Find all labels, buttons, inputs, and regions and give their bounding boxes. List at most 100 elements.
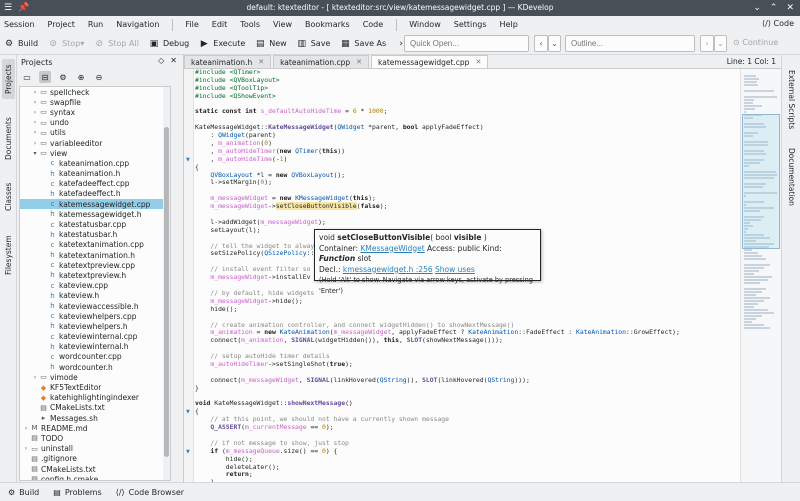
nav-forward-button[interactable]: › <box>700 35 714 52</box>
execute-button[interactable]: ▶ Execute <box>199 39 245 49</box>
save-as-button[interactable]: ▦ Save As <box>340 39 386 49</box>
expanded-arrow-icon[interactable]: ▾ <box>31 150 39 157</box>
tab-kateanimation-cpp[interactable]: kateanimation.cpp ✕ <box>273 55 370 68</box>
fold-marker-icon[interactable]: ▼ <box>186 157 190 163</box>
menu-session[interactable]: Session <box>4 20 35 29</box>
tab-kateanimation-h[interactable]: kateanimation.h ✕ <box>184 55 272 68</box>
show-uses-link[interactable]: Show uses <box>435 265 475 274</box>
menu-run[interactable]: Run <box>88 20 103 29</box>
tree-item[interactable]: c katetextpreview.cpp <box>20 260 170 270</box>
close-tab-icon[interactable]: ✕ <box>258 58 264 66</box>
code-line[interactable]: hide(); <box>195 305 740 314</box>
save-button[interactable]: ▥ Save <box>297 39 330 49</box>
minimap[interactable] <box>740 69 782 482</box>
close-tab-icon[interactable]: ✕ <box>475 58 481 66</box>
code-line[interactable]: return; <box>195 470 740 479</box>
collapsed-arrow-icon[interactable]: › <box>31 374 39 381</box>
tree-item[interactable]: ▤ CMakeLists.txt <box>20 403 170 413</box>
maximize-icon[interactable]: ⌃ <box>770 2 778 14</box>
tree-item[interactable]: ▤ CMakeLists.txt <box>20 464 170 474</box>
menu-help[interactable]: Help <box>500 20 518 29</box>
tree-item[interactable]: › M README.md <box>20 423 170 433</box>
tree-item[interactable]: h kateanimation.h <box>20 169 170 179</box>
stop-dropdown-icon[interactable]: ▾ <box>80 39 84 48</box>
tree-item[interactable]: h katemessagewidget.h <box>20 209 170 219</box>
collapsed-arrow-icon[interactable]: › <box>31 99 39 106</box>
tree-item[interactable]: h kateviewaccessible.h <box>20 301 170 311</box>
collapsed-arrow-icon[interactable]: › <box>31 109 39 116</box>
menu-bookmarks[interactable]: Bookmarks <box>305 20 350 29</box>
menu-file[interactable]: File <box>185 20 198 29</box>
close-icon[interactable]: ✕ <box>786 2 794 14</box>
settings-icon[interactable]: ⚙ <box>57 71 69 83</box>
close-panel-icon[interactable]: ✕ <box>170 56 177 65</box>
tree-item[interactable]: › ▭ undo <box>20 118 170 128</box>
nav-back-dropdown-button[interactable]: ⌄ <box>548 35 561 52</box>
menu-window[interactable]: Window <box>409 20 441 29</box>
code-line[interactable]: , m_autoHideTime(-1) <box>195 155 740 164</box>
fold-marker-icon[interactable]: ▼ <box>186 449 190 455</box>
code-line[interactable]: deleteLater(); <box>195 463 740 472</box>
tree-item[interactable]: c kateviewinternal.cpp <box>20 332 170 342</box>
dock-tab-external-scripts[interactable]: External Scripts <box>785 65 798 135</box>
tree-item[interactable]: › ▭ vimode <box>20 372 170 382</box>
tree-item[interactable]: c katestatusbar.cpp <box>20 219 170 229</box>
nav-back-button[interactable]: ‹ <box>534 35 548 52</box>
dock-tab-documents[interactable]: Documents <box>2 115 15 163</box>
dock-tab-projects[interactable]: Projects <box>2 59 15 99</box>
project-tree[interactable]: › ▭ spellcheck › ▭ swapfile › ▭ syntax › ▭ undo › ▭ ut… <box>19 86 171 481</box>
menu-tools[interactable]: Tools <box>240 20 260 29</box>
collapse-icon[interactable]: ▭ <box>21 71 33 83</box>
code-line[interactable]: : QWidget(parent) <box>195 131 740 140</box>
dock-tab-filesystem[interactable]: Filesystem <box>2 231 15 279</box>
code-line[interactable]: m_messageWidget->setCloseButtonVisible(f… <box>195 202 740 211</box>
tree-item[interactable]: › ▭ spellcheck <box>20 87 170 97</box>
tree-scrollbar[interactable] <box>163 87 170 480</box>
continue-button[interactable]: ⊙ Continue <box>733 38 778 47</box>
tree-item[interactable]: c wordcounter.cpp <box>20 352 170 362</box>
filter-icon[interactable]: ⊕ <box>75 71 87 83</box>
menu-edit[interactable]: Edit <box>212 20 228 29</box>
debug-button[interactable]: ▣ Debug <box>149 39 190 49</box>
code-line[interactable]: static const int s_defaultAutoHideTime =… <box>195 108 740 116</box>
minimap-viewport[interactable] <box>742 114 780 249</box>
tree-item[interactable]: h katetextpreview.h <box>20 270 170 280</box>
tree-item[interactable]: c katemessagewidget.cpp <box>20 199 170 210</box>
code-line[interactable]: if (m_messageQueue.size() == 0) { <box>195 447 740 456</box>
tree-item[interactable]: h kateviewinternal.h <box>20 342 170 352</box>
float-icon[interactable]: ◇ <box>158 56 164 65</box>
menu-project[interactable]: Project <box>48 20 75 29</box>
quick-open-input[interactable] <box>404 35 529 52</box>
tree-item[interactable]: h katestatusbar.h <box>20 230 170 240</box>
tree-item[interactable]: ▤ TODO <box>20 433 170 443</box>
tree-item[interactable]: ◆ katehighlightingindexer <box>20 393 170 403</box>
tree-item[interactable]: › ▭ utils <box>20 128 170 138</box>
collapsed-arrow-icon[interactable]: › <box>31 119 39 126</box>
tree-item[interactable]: › ▭ syntax <box>20 107 170 117</box>
tree-item[interactable]: h katefadeeffect.h <box>20 189 170 199</box>
code-line[interactable]: } <box>195 384 740 393</box>
collapsed-arrow-icon[interactable]: › <box>31 140 39 147</box>
tree-item[interactable]: h wordcounter.h <box>20 362 170 372</box>
container-link[interactable]: KMessageWidget <box>360 244 424 253</box>
code-line[interactable]: #include <QToolTip> <box>195 84 740 93</box>
code-line[interactable]: m_messageWidget->hide(); <box>195 297 740 306</box>
build-toolview-button[interactable]: ⚙ Build <box>8 488 39 497</box>
dock-tab-documentation[interactable]: Documentation <box>785 147 798 207</box>
tree-item[interactable]: c kateview.cpp <box>20 281 170 291</box>
tree-item[interactable]: h kateviewhelpers.h <box>20 321 170 331</box>
outline-input[interactable] <box>565 35 695 52</box>
menu-settings[interactable]: Settings <box>454 20 487 29</box>
close-tab-icon[interactable]: ✕ <box>356 58 362 66</box>
menu-view[interactable]: View <box>273 20 292 29</box>
tree-item[interactable]: c kateviewhelpers.cpp <box>20 311 170 321</box>
code-area-button[interactable]: ⟨/⟩ Code <box>762 19 794 28</box>
new-button[interactable]: ▤ New <box>255 39 287 49</box>
code-browser-toolview-button[interactable]: ⟨/⟩ Code Browser <box>116 488 184 497</box>
problems-toolview-button[interactable]: ▤ Problems <box>53 488 101 497</box>
collapsed-arrow-icon[interactable]: › <box>31 129 39 136</box>
tree-item[interactable]: › ▭ swapfile <box>20 97 170 107</box>
tree-item[interactable]: c katefadeeffect.cpp <box>20 179 170 189</box>
code-line[interactable]: connect(m_animation, SIGNAL(widgetHidden… <box>195 336 740 345</box>
code-line[interactable]: QVBoxLayout *l = new QVBoxLayout(); <box>195 171 740 180</box>
